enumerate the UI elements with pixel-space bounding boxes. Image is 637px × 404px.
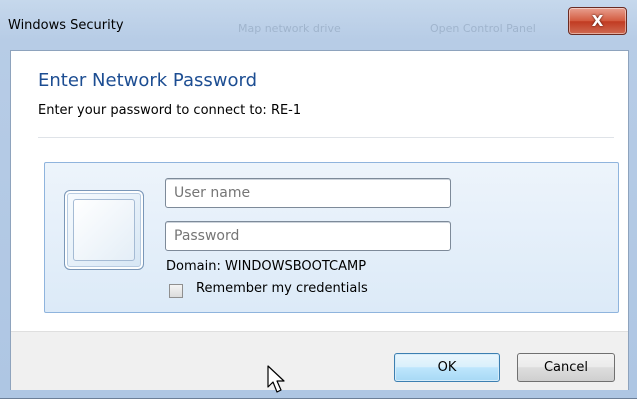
- separator: [38, 137, 614, 138]
- domain-label: Domain: WINDOWSBOOTCAMP: [166, 259, 367, 274]
- window-title: Windows Security: [8, 18, 124, 33]
- cancel-button[interactable]: Cancel: [517, 353, 615, 382]
- dialog-heading: Enter Network Password: [38, 70, 257, 91]
- ok-button[interactable]: OK: [394, 353, 500, 382]
- dialog-subtitle: Enter your password to connect to: RE-1: [38, 103, 302, 118]
- close-button[interactable]: X: [568, 7, 627, 35]
- cancel-button-label: Cancel: [543, 360, 589, 375]
- screen: Map network drive Open Control Panel Win…: [0, 0, 637, 404]
- password-input[interactable]: [165, 221, 451, 251]
- remember-label[interactable]: Remember my credentials: [196, 281, 368, 296]
- background-ghost-text: Map network drive: [238, 22, 341, 35]
- ok-button-label: OK: [437, 360, 457, 375]
- close-icon: X: [591, 12, 604, 30]
- dialog-client-area: Enter Network Password Enter your passwo…: [10, 50, 629, 390]
- credential-panel: Domain: WINDOWSBOOTCAMP Remember my cred…: [44, 162, 619, 313]
- remember-checkbox[interactable]: [169, 284, 183, 298]
- user-tile-frame: [73, 199, 135, 261]
- background-ghost-text: Open Control Panel: [430, 22, 536, 35]
- button-bar: OK Cancel: [11, 331, 628, 390]
- dialog-window: Map network drive Open Control Panel Win…: [0, 0, 637, 399]
- user-tile-icon: [64, 190, 144, 270]
- mouse-pointer-icon: [267, 365, 285, 393]
- username-input[interactable]: [165, 178, 451, 208]
